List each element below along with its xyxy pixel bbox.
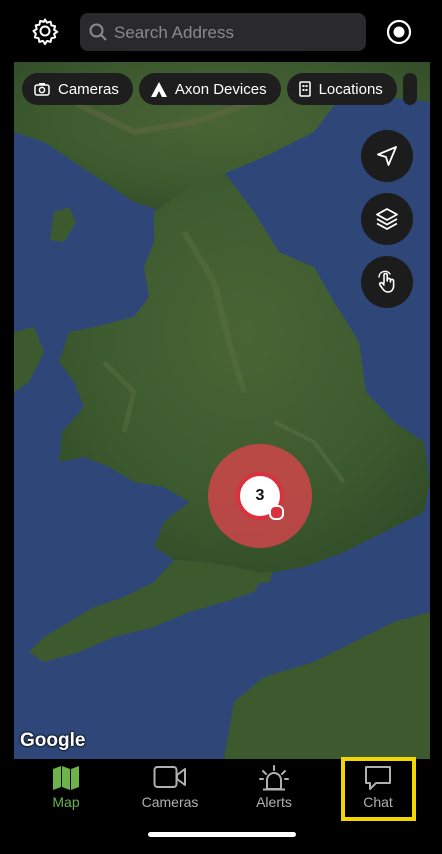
- alert-beacon-icon: [259, 765, 289, 791]
- google-logo: Google: [20, 730, 86, 751]
- filter-chips: Cameras Axon Devices Locations: [22, 73, 423, 105]
- search-icon: [89, 23, 107, 41]
- axon-logo-icon: [150, 81, 167, 97]
- filter-chip-cameras[interactable]: Cameras: [22, 73, 133, 105]
- record-icon[interactable]: [386, 19, 412, 45]
- filter-chip-label: Cameras: [58, 80, 119, 98]
- filter-chip-label: Axon Devices: [174, 80, 267, 98]
- chat-tab-highlight: [341, 757, 416, 821]
- tab-map[interactable]: Map: [16, 759, 116, 819]
- cluster-count: 3: [255, 487, 265, 504]
- map-layers-button[interactable]: [361, 193, 413, 245]
- building-icon: [298, 81, 311, 97]
- tab-label: Alerts: [256, 794, 292, 810]
- map-icon: [53, 766, 79, 790]
- layers-icon: [376, 208, 398, 230]
- top-bar: [0, 0, 442, 62]
- filter-chip-label: Locations: [318, 80, 383, 98]
- map-view[interactable]: Cameras Axon Devices Locations 3 Google: [14, 62, 430, 759]
- cluster-indicator-dot: [269, 505, 284, 520]
- tab-label: Cameras: [141, 794, 199, 810]
- map-gesture-button[interactable]: [361, 256, 413, 308]
- navigation-arrow-icon: [377, 146, 397, 166]
- home-indicator: [148, 832, 296, 837]
- video-camera-icon: [153, 766, 186, 788]
- filter-chip-locations[interactable]: Locations: [286, 73, 397, 105]
- tab-cameras[interactable]: Cameras: [120, 759, 220, 819]
- search-bar[interactable]: [80, 13, 366, 53]
- filter-chip-more[interactable]: [402, 73, 417, 105]
- hand-pointer-icon: [378, 270, 395, 293]
- locate-me-button[interactable]: [361, 130, 413, 182]
- camera-icon: [34, 83, 50, 96]
- filter-chip-axon-devices[interactable]: Axon Devices: [138, 73, 281, 105]
- tab-label: Map: [52, 794, 80, 810]
- search-address-input[interactable]: [112, 13, 362, 53]
- settings-gear-icon[interactable]: [31, 17, 59, 45]
- tab-alerts[interactable]: Alerts: [224, 759, 324, 819]
